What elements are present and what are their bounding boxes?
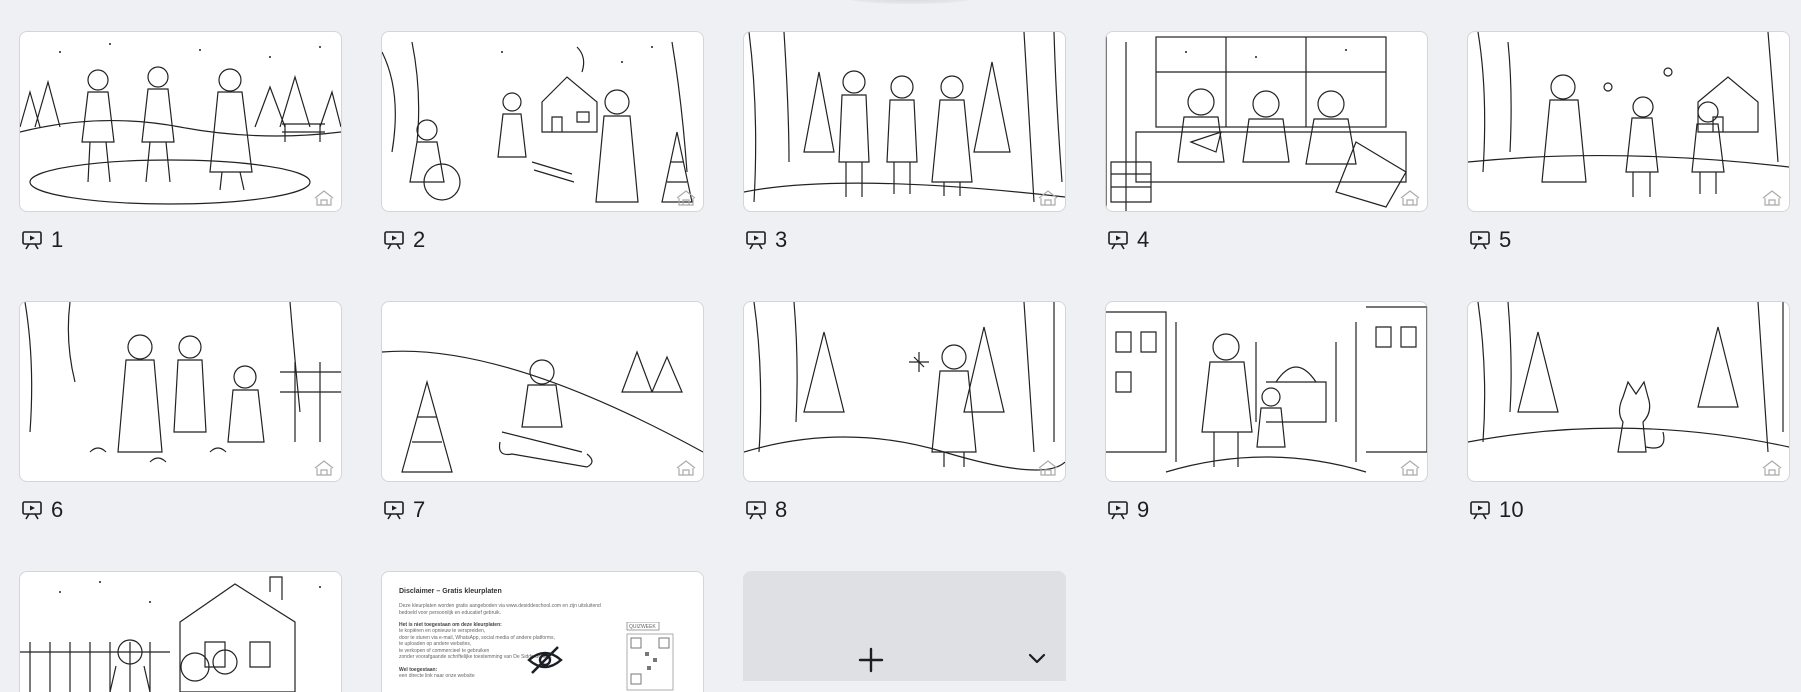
school-logo-icon: [1038, 460, 1058, 476]
school-logo-icon: [1762, 190, 1782, 206]
coloring-illustration-reading-indoors: [1106, 32, 1407, 211]
slide-number: 10: [1499, 497, 1524, 522]
slide-tile-4[interactable]: 4: [1105, 31, 1428, 301]
school-logo-icon: [1762, 460, 1782, 476]
slide-number: 1: [51, 227, 64, 252]
slide-thumbnail[interactable]: [1467, 31, 1790, 212]
coloring-illustration-forest-walk: [744, 32, 1065, 203]
slide-thumbnail[interactable]: [1105, 31, 1428, 212]
slide-tile-11[interactable]: [19, 571, 342, 692]
slide-caption: 7: [383, 497, 425, 523]
presentation-slide-icon: [1108, 231, 1128, 250]
slide-tile-2[interactable]: 2: [381, 31, 704, 301]
slide-thumbnail[interactable]: [381, 301, 704, 482]
coloring-illustration-house-snowman: [20, 576, 321, 692]
coloring-illustration-snowflake-path: [744, 302, 1065, 471]
disclaimer-title: Disclaimer – Gratis kleurplaten: [399, 588, 502, 595]
slide-tile-9[interactable]: 9: [1105, 301, 1428, 571]
slide-tile-3[interactable]: 3: [743, 31, 1066, 301]
school-logo-icon: [314, 460, 334, 476]
slide-thumbnail[interactable]: [19, 301, 342, 482]
slide-thumbnail[interactable]: Disclaimer – Gratis kleurplaten Deze kle…: [381, 571, 704, 692]
coloring-illustration-snowman-sled: [382, 41, 693, 203]
school-logo-icon: [1400, 460, 1420, 476]
slide-thumbnail[interactable]: [743, 301, 1066, 482]
presentation-slide-icon: [1470, 501, 1490, 520]
slide-number: 2: [413, 227, 426, 252]
presentation-slide-icon: [1470, 231, 1490, 250]
slide-number: 7: [413, 497, 426, 522]
slide-caption: 8: [745, 497, 787, 523]
slide-thumbnail[interactable]: [381, 31, 704, 212]
slide-caption: 4: [1107, 227, 1149, 253]
presentation-slide-icon: [22, 231, 42, 250]
slide-thumbnail[interactable]: [19, 31, 342, 212]
coloring-illustration-city-mosque: [1106, 306, 1427, 473]
presentation-slide-icon: [746, 231, 766, 250]
slide-tile-12-hidden[interactable]: Disclaimer – Gratis kleurplaten Deze kle…: [381, 571, 704, 692]
coloring-illustration-feeding-birds: [24, 302, 341, 463]
slide-tile-6[interactable]: 6: [19, 301, 342, 571]
presentation-slide-icon: [746, 501, 766, 520]
slide-number: 6: [51, 497, 64, 522]
svg-text:QUIZWEEK: QUIZWEEK: [629, 624, 656, 630]
presentation-slide-icon: [22, 501, 42, 520]
coloring-illustration-snowball-fight: [1468, 32, 1789, 197]
slide-thumbnail[interactable]: [1105, 301, 1428, 482]
school-logo-icon: [676, 460, 696, 476]
slide-caption: 2: [383, 227, 425, 253]
slide-caption: 6: [21, 497, 63, 523]
slide-caption: 3: [745, 227, 787, 253]
school-logo-icon: [1038, 190, 1058, 206]
slide-caption: 10: [1469, 497, 1524, 523]
add-page-tile[interactable]: [743, 571, 1066, 691]
slide-thumbnail[interactable]: [1467, 301, 1790, 482]
disclaimer-intro-line: bedoeld voor persoonlijk en educatief ge…: [399, 609, 502, 616]
slide-number: 8: [775, 497, 788, 522]
slide-grid: 1 2 3 4 5 6 7 8 9 10 Disclaimer – Gratis…: [19, 31, 1790, 692]
slide-number: 9: [1137, 497, 1150, 522]
chevron-down-icon[interactable]: [1028, 653, 1046, 665]
slide-number: 5: [1499, 227, 1512, 252]
presentation-slide-icon: [384, 231, 404, 250]
school-logo-icon: [676, 190, 696, 206]
slide-caption: 9: [1107, 497, 1149, 523]
qr-code-icon: QUIZWEEK: [626, 622, 674, 691]
school-logo-icon: [1400, 190, 1420, 206]
top-toolbar-shadow: [850, 0, 970, 4]
slide-caption: 5: [1469, 227, 1511, 253]
presentation-slide-icon: [384, 501, 404, 520]
add-page-button[interactable]: [743, 571, 1066, 681]
slide-tile-7[interactable]: 7: [381, 301, 704, 571]
plus-icon[interactable]: [858, 647, 884, 673]
slide-tile-5[interactable]: 5: [1467, 31, 1790, 301]
coloring-illustration-ice-skating: [20, 43, 341, 205]
slide-tile-1[interactable]: 1: [19, 31, 342, 301]
slide-tile-10[interactable]: 10: [1467, 301, 1790, 571]
coloring-illustration-fox-in-forest: [1468, 302, 1789, 453]
hidden-eye-slash-icon[interactable]: [526, 644, 564, 676]
slide-thumbnail[interactable]: [743, 31, 1066, 212]
coloring-illustration-sledding-hill: [382, 350, 703, 473]
slide-tile-8[interactable]: 8: [743, 301, 1066, 571]
school-logo-icon: [314, 190, 334, 206]
presentation-slide-icon: [1108, 501, 1128, 520]
slide-number: 4: [1137, 227, 1150, 252]
slide-thumbnail[interactable]: [19, 571, 342, 692]
slide-number: 3: [775, 227, 788, 252]
slide-caption: 1: [21, 227, 63, 253]
